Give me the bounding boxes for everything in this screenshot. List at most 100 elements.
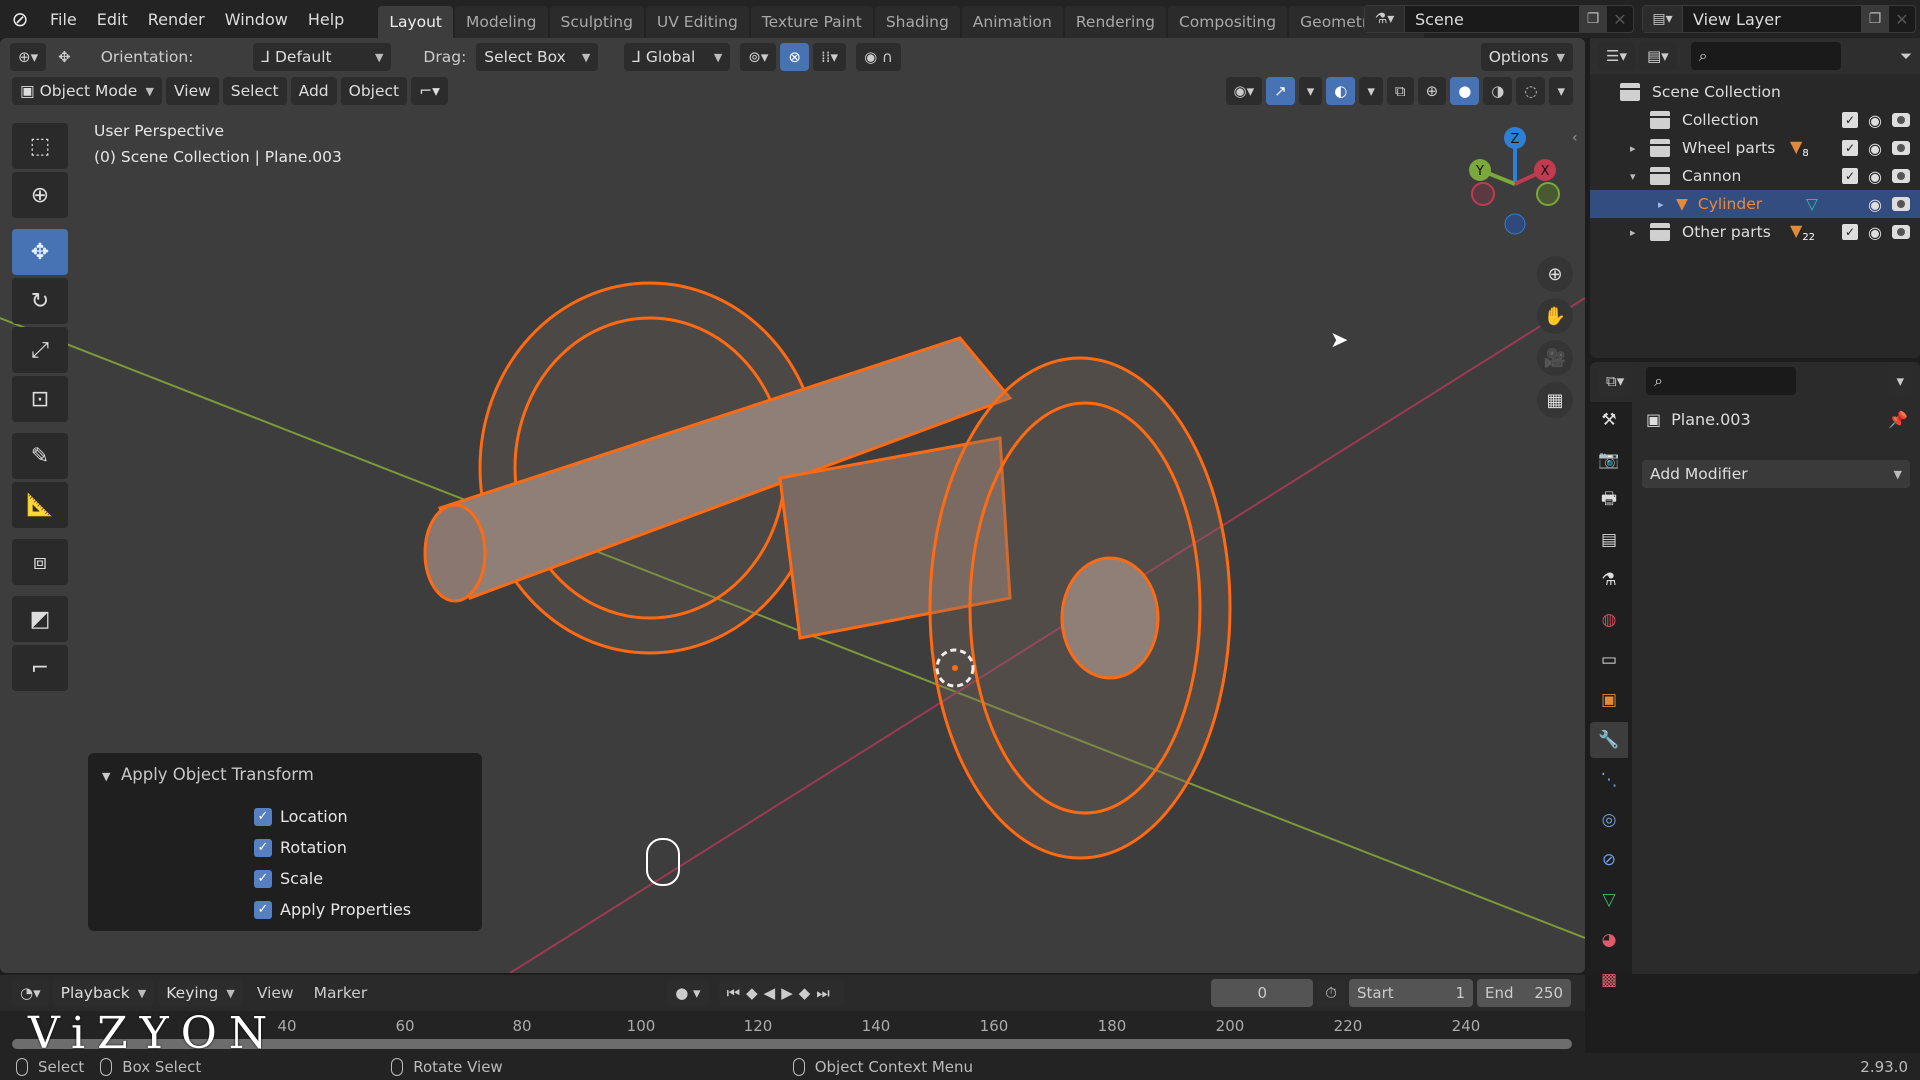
snap-toggle-icon[interactable]: ⊗ — [780, 43, 809, 71]
scale-option[interactable]: ✓ Scale — [254, 869, 323, 888]
options-chevron-icon[interactable]: ▾ — [1888, 367, 1912, 395]
apply-properties-option[interactable]: ✓ Apply Properties — [254, 900, 411, 919]
material-tab-icon[interactable]: ◕ — [1590, 922, 1628, 958]
pan-view-hand-icon[interactable]: ✋ — [1537, 298, 1573, 334]
mode-dropdown[interactable]: ▣ Object Mode ▼ — [12, 77, 162, 105]
marker-menu[interactable]: Marker — [314, 984, 368, 1002]
world-tab-icon[interactable]: ◍ — [1590, 602, 1628, 638]
snap-increment-icon[interactable]: ⁞⁞▾ — [812, 43, 847, 71]
play-icon[interactable]: ▶ — [781, 984, 799, 1002]
pin-icon[interactable]: 📌 — [1888, 410, 1908, 429]
auto-keying-record-icon[interactable]: ● ▾ — [667, 979, 709, 1007]
selectability-visibility-icon[interactable]: ◉▾ — [1225, 77, 1263, 105]
curve-falloff-icon[interactable]: ⌐▾ — [411, 77, 448, 105]
view-menu[interactable]: View — [257, 984, 294, 1002]
expand-arrow-icon[interactable]: ▸ — [1658, 198, 1676, 211]
ortho-toggle-grid-icon[interactable]: ▦ — [1537, 382, 1573, 418]
camera-render-icon[interactable] — [1892, 141, 1910, 155]
mesh-children-icon[interactable]: ▼22 — [1790, 221, 1815, 243]
transform-pivot-icon[interactable]: ⊕▾ — [10, 43, 47, 71]
apply-properties-checkbox[interactable]: ✓ — [254, 900, 272, 919]
select-box-tool-icon[interactable]: ⬚ — [12, 123, 68, 169]
menu-select[interactable]: Select — [222, 77, 287, 105]
menu-help[interactable]: Help — [298, 10, 354, 29]
sidebar-toggle-icon[interactable]: ‹ — [1572, 130, 1578, 146]
shear-tool-icon[interactable]: ◩ — [12, 596, 68, 642]
scene-tab-icon[interactable]: ⚗ — [1590, 562, 1628, 598]
gizmo-dropdown-icon[interactable]: ▾ — [1298, 77, 1323, 105]
outliner-row-collection[interactable]: Collection ✓ ◉ — [1590, 106, 1920, 134]
camera-render-icon[interactable] — [1892, 197, 1910, 211]
collection-tab-icon[interactable]: ▭ — [1590, 642, 1628, 678]
location-option[interactable]: ✓ Location — [254, 807, 348, 826]
end-frame-field[interactable]: End 250 — [1477, 979, 1571, 1007]
delete-view-layer-icon[interactable]: ✕ — [1889, 6, 1915, 32]
zoom-view-icon[interactable]: ⊕ — [1537, 256, 1573, 292]
particles-tab-icon[interactable]: ⋱ — [1590, 762, 1628, 798]
outliner-row-cannon[interactable]: ▾ Cannon ✓ ◉ — [1590, 162, 1920, 190]
move-tool-icon[interactable]: ✥ — [12, 229, 68, 275]
new-view-layer-icon[interactable]: ❐ — [1861, 6, 1889, 32]
tab-sculpting[interactable]: Sculpting — [549, 6, 644, 38]
scene-name[interactable]: Scene — [1405, 10, 1579, 29]
eye-icon[interactable]: ◉ — [1868, 167, 1882, 186]
editor-type-clock-icon[interactable]: ◔▾ — [12, 979, 49, 1007]
view-layer-tab-icon[interactable]: ▤ — [1590, 522, 1628, 558]
exclude-checkbox[interactable]: ✓ — [1842, 112, 1859, 128]
menu-add[interactable]: Add — [290, 77, 337, 105]
transform-orientation-dropdown[interactable]: ⅃ Global ▼ — [624, 43, 731, 71]
scale-tool-icon[interactable]: ⤢ — [12, 327, 68, 373]
gizmo-toggle-icon[interactable]: ↗ — [1266, 77, 1295, 105]
shading-rendered-icon[interactable]: ◌ — [1516, 77, 1546, 105]
data-tab-icon[interactable]: ▽ — [1590, 882, 1628, 918]
transform-tool-icon[interactable]: ⊡ — [12, 376, 68, 422]
eye-icon[interactable]: ◉ — [1868, 195, 1882, 214]
exclude-checkbox[interactable]: ✓ — [1842, 140, 1859, 156]
camera-render-icon[interactable] — [1892, 169, 1910, 183]
expand-arrow-icon[interactable]: ▸ — [1630, 226, 1650, 239]
tab-modeling[interactable]: Modeling — [455, 6, 548, 38]
pivot-point-icon[interactable]: ⊚▾ — [740, 43, 777, 71]
overlays-dropdown-icon[interactable]: ▾ — [1359, 77, 1383, 105]
collapse-arrow-icon[interactable]: ▾ — [1630, 170, 1650, 183]
bend-tool-icon[interactable]: ⌐ — [12, 645, 68, 691]
measure-tool-icon[interactable]: 📐 — [12, 482, 68, 528]
tab-compositing[interactable]: Compositing — [1167, 6, 1288, 38]
tab-uv-editing[interactable]: UV Editing — [645, 6, 749, 38]
tab-texture-paint[interactable]: Texture Paint — [750, 6, 873, 38]
rotation-checkbox[interactable]: ✓ — [254, 838, 272, 857]
shading-solid-icon[interactable]: ● — [1450, 77, 1480, 105]
location-checkbox[interactable]: ✓ — [254, 807, 272, 826]
camera-render-icon[interactable] — [1892, 225, 1910, 239]
mesh-data-icon[interactable]: ▽ — [1806, 195, 1818, 213]
panel-title[interactable]: ▼ Apply Object Transform — [102, 765, 314, 784]
menu-edit[interactable]: Edit — [87, 10, 138, 29]
blender-logo-icon[interactable]: ⊘ — [0, 0, 40, 38]
properties-search-input[interactable]: ⌕ — [1646, 367, 1797, 395]
editor-type-icon[interactable]: ⧉▾ — [1598, 367, 1633, 395]
menu-window[interactable]: Window — [215, 10, 298, 29]
proportional-edit-icon[interactable]: ◉ ∩ — [856, 43, 901, 71]
menu-view[interactable]: View — [166, 77, 219, 105]
shading-material-icon[interactable]: ◑ — [1483, 77, 1513, 105]
scale-checkbox[interactable]: ✓ — [254, 869, 272, 888]
rotation-option[interactable]: ✓ Rotation — [254, 838, 347, 857]
tab-animation[interactable]: Animation — [961, 6, 1063, 38]
menu-object[interactable]: Object — [340, 77, 408, 105]
playback-menu[interactable]: Playback ▼ — [52, 979, 155, 1007]
next-keyframe-icon[interactable]: ◆ — [799, 984, 817, 1002]
drag-dropdown[interactable]: Select Box ▼ — [476, 43, 599, 71]
expand-arrow-icon[interactable]: ▸ — [1630, 142, 1650, 155]
eye-icon[interactable]: ◉ — [1868, 139, 1882, 158]
camera-view-icon[interactable]: 🎥 — [1537, 340, 1573, 376]
physics-tab-icon[interactable]: ◎ — [1590, 802, 1628, 838]
filter-funnel-icon[interactable]: ⏷ — [1900, 47, 1912, 65]
overlays-toggle-icon[interactable]: ◐ — [1326, 77, 1356, 105]
navigation-gizmo[interactable]: Z Y X — [1455, 126, 1575, 236]
preview-range-stopwatch-icon[interactable]: ⏱ — [1317, 979, 1345, 1007]
add-cube-tool-icon[interactable]: ⧈ — [12, 539, 68, 585]
keying-menu[interactable]: Keying ▼ — [158, 979, 243, 1007]
display-mode-icon[interactable]: ☰▾ — [1598, 42, 1635, 70]
modifier-tab-wrench-icon[interactable]: 🔧 — [1590, 722, 1628, 758]
scene-selector[interactable]: ⚗▾ Scene ❐ ✕ — [1364, 5, 1634, 33]
